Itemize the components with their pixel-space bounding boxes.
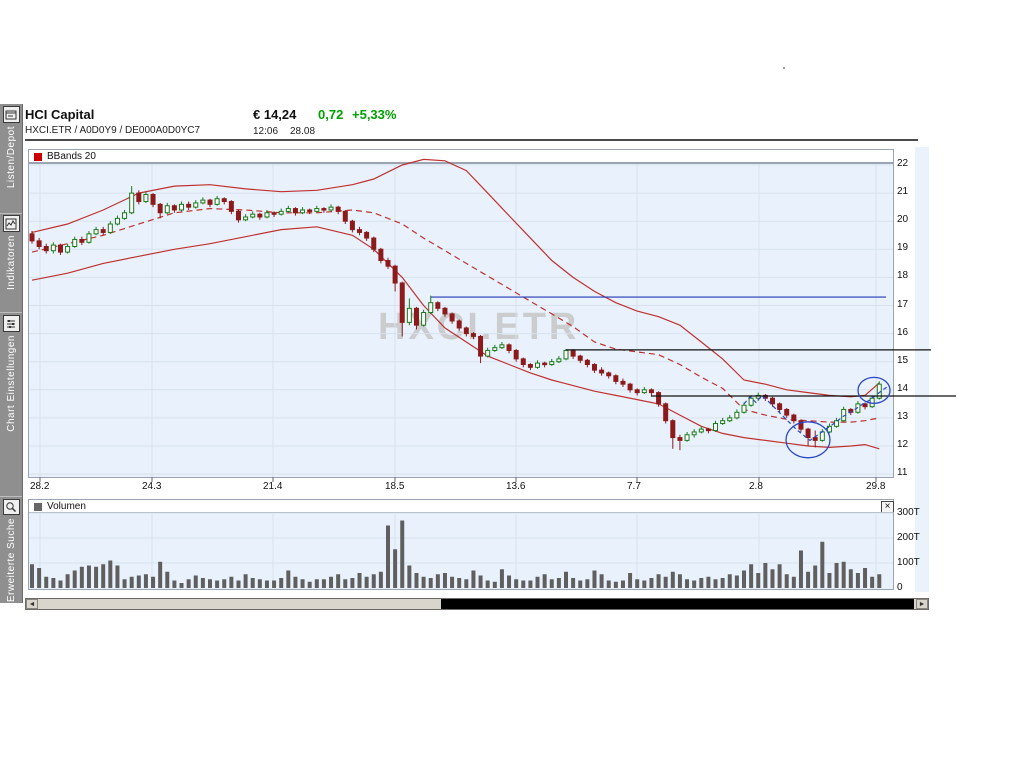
sidebar-tab-label: Chart Einstellungen — [6, 335, 17, 432]
ticker-watermark: HXCI.ETR — [378, 306, 579, 349]
bbands-legend-label: BBands 20 — [47, 151, 96, 162]
price-tick-label: 20 — [897, 214, 908, 225]
price-tick-label: 11 — [897, 467, 907, 478]
sidebar-tab-erweiterte-suche[interactable]: Erweiterte Suche — [0, 498, 22, 602]
price-tick-label: 21 — [897, 186, 908, 197]
price-tick-label: 17 — [897, 299, 908, 310]
date-tick-label: 28.2 — [30, 481, 49, 492]
volume-legend-label: Volumen — [47, 501, 86, 512]
depot-window-icon — [3, 106, 20, 123]
indicator-curve-icon — [3, 215, 20, 232]
h-scrollbar[interactable]: ◄ ► — [25, 598, 929, 610]
date-tick-label: 2.8 — [749, 481, 763, 492]
header-divider — [25, 139, 918, 141]
volume-plot[interactable] — [28, 512, 894, 590]
sidebar-tab-listen-depot[interactable]: Listen/Depot — [0, 105, 22, 214]
volume-legend-bar: Volumen × — [28, 499, 894, 513]
price-tick-label: 14 — [897, 383, 908, 394]
volume-tick-label: 300T — [897, 507, 920, 518]
last-price: € 14,24 — [253, 107, 296, 122]
bbands-legend-swatch — [34, 153, 42, 161]
sidebar: Listen/Depot Indikatoren Chart Einstellu… — [0, 104, 23, 603]
price-legend-bar: BBands 20 — [28, 149, 894, 163]
instrument-symbol-line: HXCI.ETR / A0D0Y9 / DE000A0D0YC7 — [25, 125, 200, 136]
scrollbar-thumb[interactable] — [441, 599, 914, 609]
quote-date: 28.08 — [290, 126, 315, 137]
date-tick-label: 24.3 — [142, 481, 161, 492]
sidebar-tab-chart-einstellungen[interactable]: Chart Einstellungen — [0, 314, 22, 497]
price-tick-label: 13 — [897, 411, 908, 422]
right-margin-strip — [915, 147, 929, 592]
price-tick-label: 19 — [897, 242, 908, 253]
volume-legend-swatch — [34, 503, 42, 511]
date-tick-label: 21.4 — [263, 481, 282, 492]
quote-time: 12:06 — [253, 126, 278, 137]
scroll-left-button[interactable]: ◄ — [26, 599, 38, 609]
instrument-title: HCI Capital — [25, 107, 94, 122]
volume-tick-label: 200T — [897, 532, 920, 543]
volume-tick-label: 100T — [897, 557, 920, 568]
scroll-right-button[interactable]: ► — [916, 599, 928, 609]
sidebar-tab-label: Indikatoren — [6, 235, 17, 290]
volume-tick-label: 0 — [897, 582, 903, 593]
date-tick-label: 13.6 — [506, 481, 525, 492]
date-tick-label: 18.5 — [385, 481, 404, 492]
sidebar-tab-label: Erweiterte Suche — [6, 518, 17, 602]
chart-settings-icon — [3, 315, 20, 332]
sidebar-tab-label: Listen/Depot — [6, 126, 17, 188]
change-absolute: 0,72 — [318, 107, 343, 122]
price-tick-label: 22 — [897, 158, 908, 169]
price-tick-label: 12 — [897, 439, 908, 450]
magnifier-icon — [3, 499, 20, 515]
date-tick-label: 29.8 — [866, 481, 885, 492]
change-percent: +5,33% — [352, 107, 396, 122]
price-tick-label: 16 — [897, 327, 908, 338]
date-tick-label: 7.7 — [627, 481, 641, 492]
sidebar-tab-indikatoren[interactable]: Indikatoren — [0, 214, 22, 313]
speck — [783, 67, 785, 69]
price-tick-label: 15 — [897, 355, 908, 366]
price-tick-label: 18 — [897, 270, 908, 281]
